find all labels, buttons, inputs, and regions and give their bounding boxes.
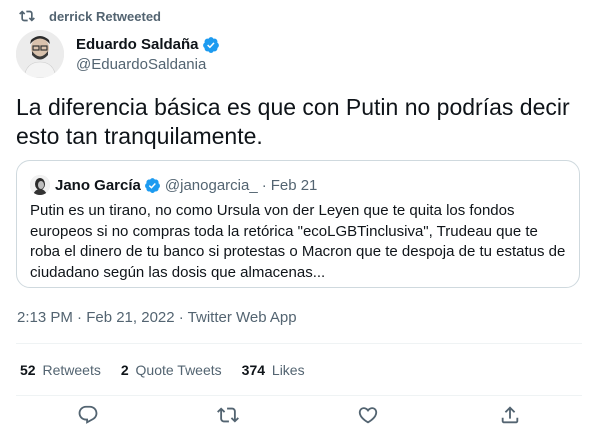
likes-label: Likes [271, 362, 305, 378]
retweet-banner[interactable]: derrick Retweeted [19, 8, 161, 24]
tweet-author: Eduardo Saldaña @EduardoSaldania [16, 30, 220, 78]
share-button[interactable] [499, 404, 521, 426]
author-name[interactable]: Eduardo Saldaña [76, 36, 199, 53]
quoted-tweet-text: Putin es un tirano, no como Ursula von d… [30, 202, 566, 281]
divider [16, 343, 582, 344]
quoted-author-handle: @janogarcia_ [164, 176, 258, 194]
quoted-author-name: Jano García [55, 176, 141, 194]
retweets-count: 52 [20, 362, 36, 378]
tweet-text: La diferencia básica es que con Putin no… [16, 94, 570, 149]
retweets-label: Retweets [42, 362, 101, 378]
tweet-actions [0, 404, 598, 434]
reply-icon [78, 405, 98, 424]
retweet-button[interactable] [217, 404, 239, 426]
author-avatar[interactable] [16, 30, 64, 78]
quoted-author-avatar [30, 175, 50, 195]
retweets-stat[interactable]: 52 Retweets [20, 362, 101, 378]
quoted-tweet-date: Feb 21 [270, 176, 318, 194]
quote-tweets-count: 2 [120, 362, 129, 378]
retweet-icon [217, 407, 239, 423]
retweet-banner-label: derrick Retweeted [49, 8, 161, 24]
quote-tweets-stat[interactable]: 2 Quote Tweets [121, 362, 222, 378]
likes-count: 374 [241, 362, 266, 378]
tweet-timestamp[interactable]: 2:13 PM · Feb 21, 2022 · Twitter Web App [17, 309, 297, 326]
like-icon [358, 407, 378, 424]
share-icon [501, 406, 519, 424]
verified-badge-icon [144, 177, 160, 193]
tweet-stats: 52 Retweets 2 Quote Tweets 374 Likes [20, 362, 325, 378]
author-handle[interactable]: @EduardoSaldania [76, 56, 220, 73]
reply-button[interactable] [77, 404, 99, 426]
likes-stat[interactable]: 374 Likes [242, 362, 305, 378]
quoted-tweet[interactable]: Jano García @janogarcia_ · Feb 21 Putin … [16, 160, 580, 288]
quoted-tweet-header: Jano García @janogarcia_ · Feb 21 [30, 175, 317, 195]
retweet-icon [19, 10, 35, 22]
divider [16, 395, 582, 396]
meta-separator: · [261, 176, 267, 194]
like-button[interactable] [357, 404, 379, 426]
verified-badge-icon [202, 36, 219, 53]
quote-tweets-label: Quote Tweets [135, 362, 222, 378]
